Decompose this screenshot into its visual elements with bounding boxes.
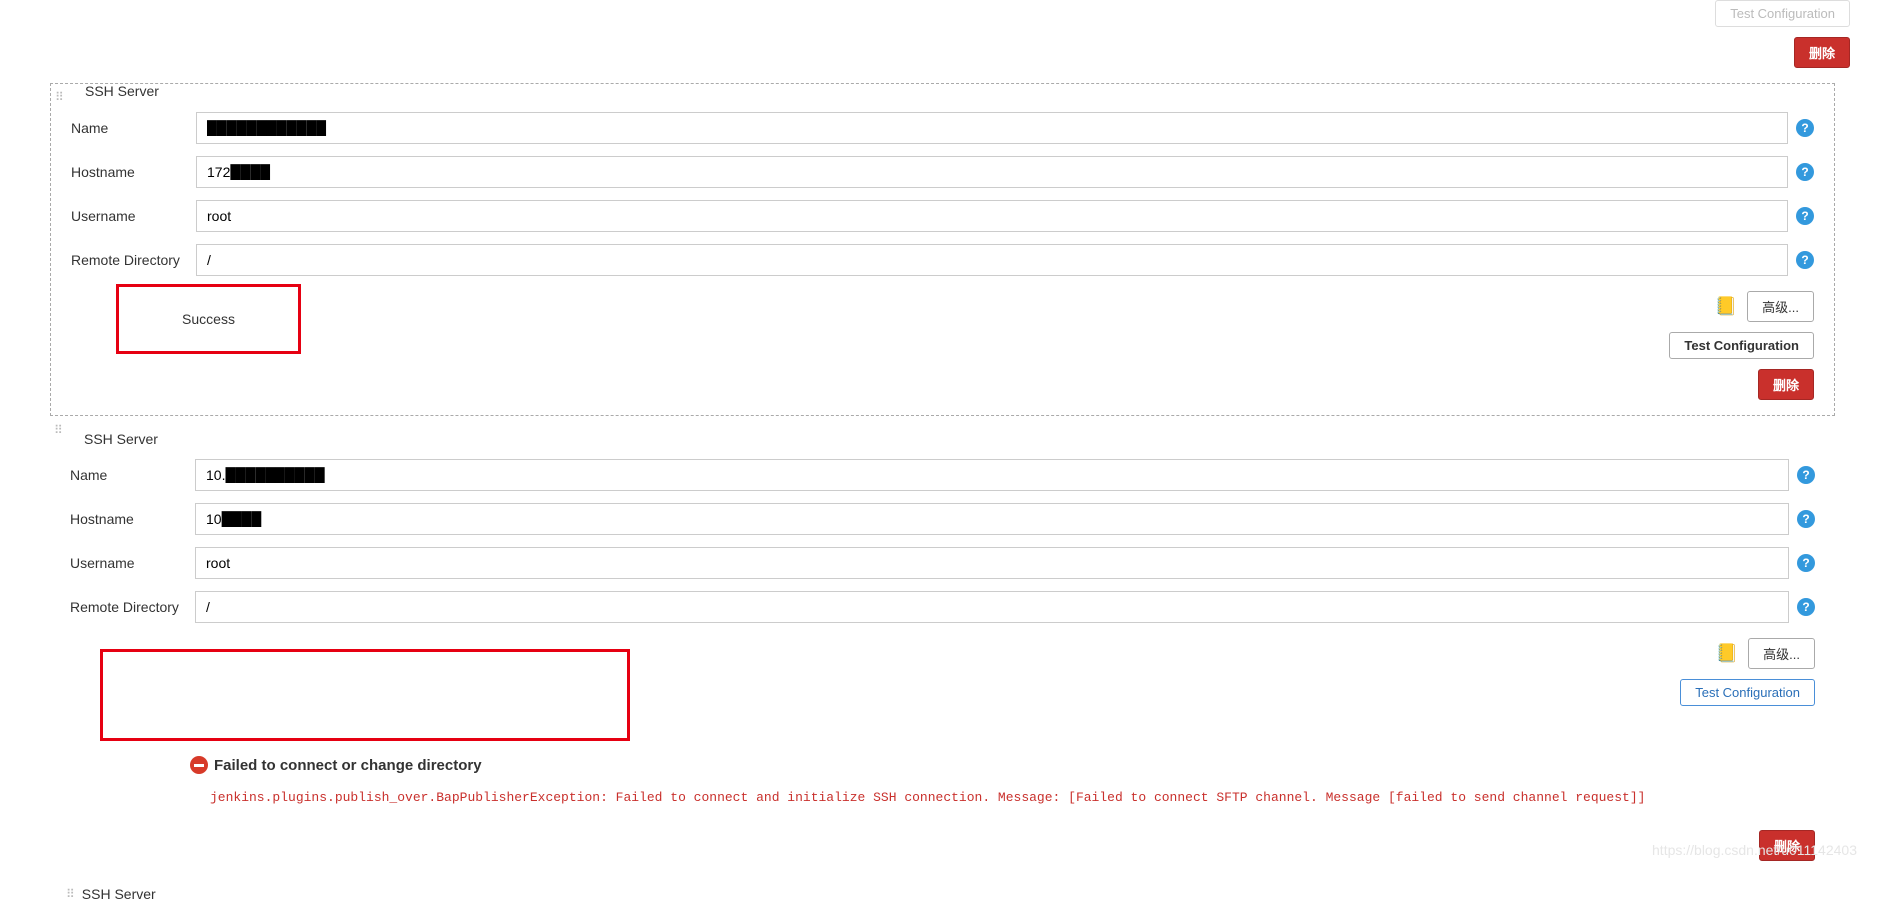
ssh-server-section-1: ⠿ SSH Server Name ? Hostname ? Username … (50, 83, 1835, 416)
drag-handle-icon[interactable]: ⠿ (66, 887, 74, 901)
hostname-label: Hostname (70, 511, 195, 527)
test-configuration-button[interactable]: Test Configuration (1669, 332, 1814, 359)
help-icon[interactable]: ? (1797, 554, 1815, 572)
hostname-input[interactable] (195, 503, 1789, 535)
help-icon[interactable]: ? (1797, 510, 1815, 528)
delete-button[interactable]: 删除 (1794, 37, 1850, 68)
success-status-highlight: Success (116, 284, 301, 354)
failure-status-highlight (100, 649, 630, 741)
help-icon[interactable]: ? (1796, 251, 1814, 269)
drag-handle-icon[interactable]: ⠿ (54, 423, 62, 437)
help-icon[interactable]: ? (1797, 598, 1815, 616)
username-label: Username (70, 555, 195, 571)
help-icon[interactable]: ? (1797, 466, 1815, 484)
test-configuration-button[interactable]: Test Configuration (1680, 679, 1815, 706)
remote-directory-label: Remote Directory (70, 599, 195, 615)
help-icon[interactable]: ? (1796, 119, 1814, 137)
ssh-server-section-3-partial: ⠿ SSH Server (66, 886, 1875, 902)
notepad-icon: 📒 (1715, 296, 1737, 317)
name-label: Name (70, 467, 195, 483)
name-input[interactable] (196, 112, 1788, 144)
delete-button[interactable]: 删除 (1758, 369, 1814, 400)
remote-directory-input[interactable] (195, 591, 1789, 623)
name-input[interactable] (195, 459, 1789, 491)
remote-directory-label: Remote Directory (71, 252, 196, 268)
remote-directory-input[interactable] (196, 244, 1788, 276)
hostname-input[interactable] (196, 156, 1788, 188)
drag-handle-icon[interactable]: ⠿ (55, 90, 63, 104)
success-status: Success (182, 311, 235, 327)
advanced-button[interactable]: 高级... (1747, 291, 1814, 322)
watermark: https://blog.csdn.net/u011142403 (1652, 842, 1857, 858)
username-input[interactable] (195, 547, 1789, 579)
failure-message: jenkins.plugins.publish_over.BapPublishe… (210, 790, 1815, 805)
help-icon[interactable]: ? (1796, 163, 1814, 181)
username-label: Username (71, 208, 196, 224)
hostname-label: Hostname (71, 164, 196, 180)
help-icon[interactable]: ? (1796, 207, 1814, 225)
failure-title: Failed to connect or change directory (214, 757, 482, 774)
section-legend: SSH Server (81, 83, 163, 99)
error-icon (190, 756, 208, 774)
ssh-server-section-2: ⠿ SSH Server Name ? Hostname ? Username … (50, 421, 1835, 876)
test-configuration-button[interactable]: Test Configuration (1715, 0, 1850, 27)
notepad-icon: 📒 (1716, 643, 1738, 664)
section-legend: SSH Server (82, 886, 156, 902)
username-input[interactable] (196, 200, 1788, 232)
name-label: Name (71, 120, 196, 136)
advanced-button[interactable]: 高级... (1748, 638, 1815, 669)
section-legend: SSH Server (84, 431, 1815, 447)
